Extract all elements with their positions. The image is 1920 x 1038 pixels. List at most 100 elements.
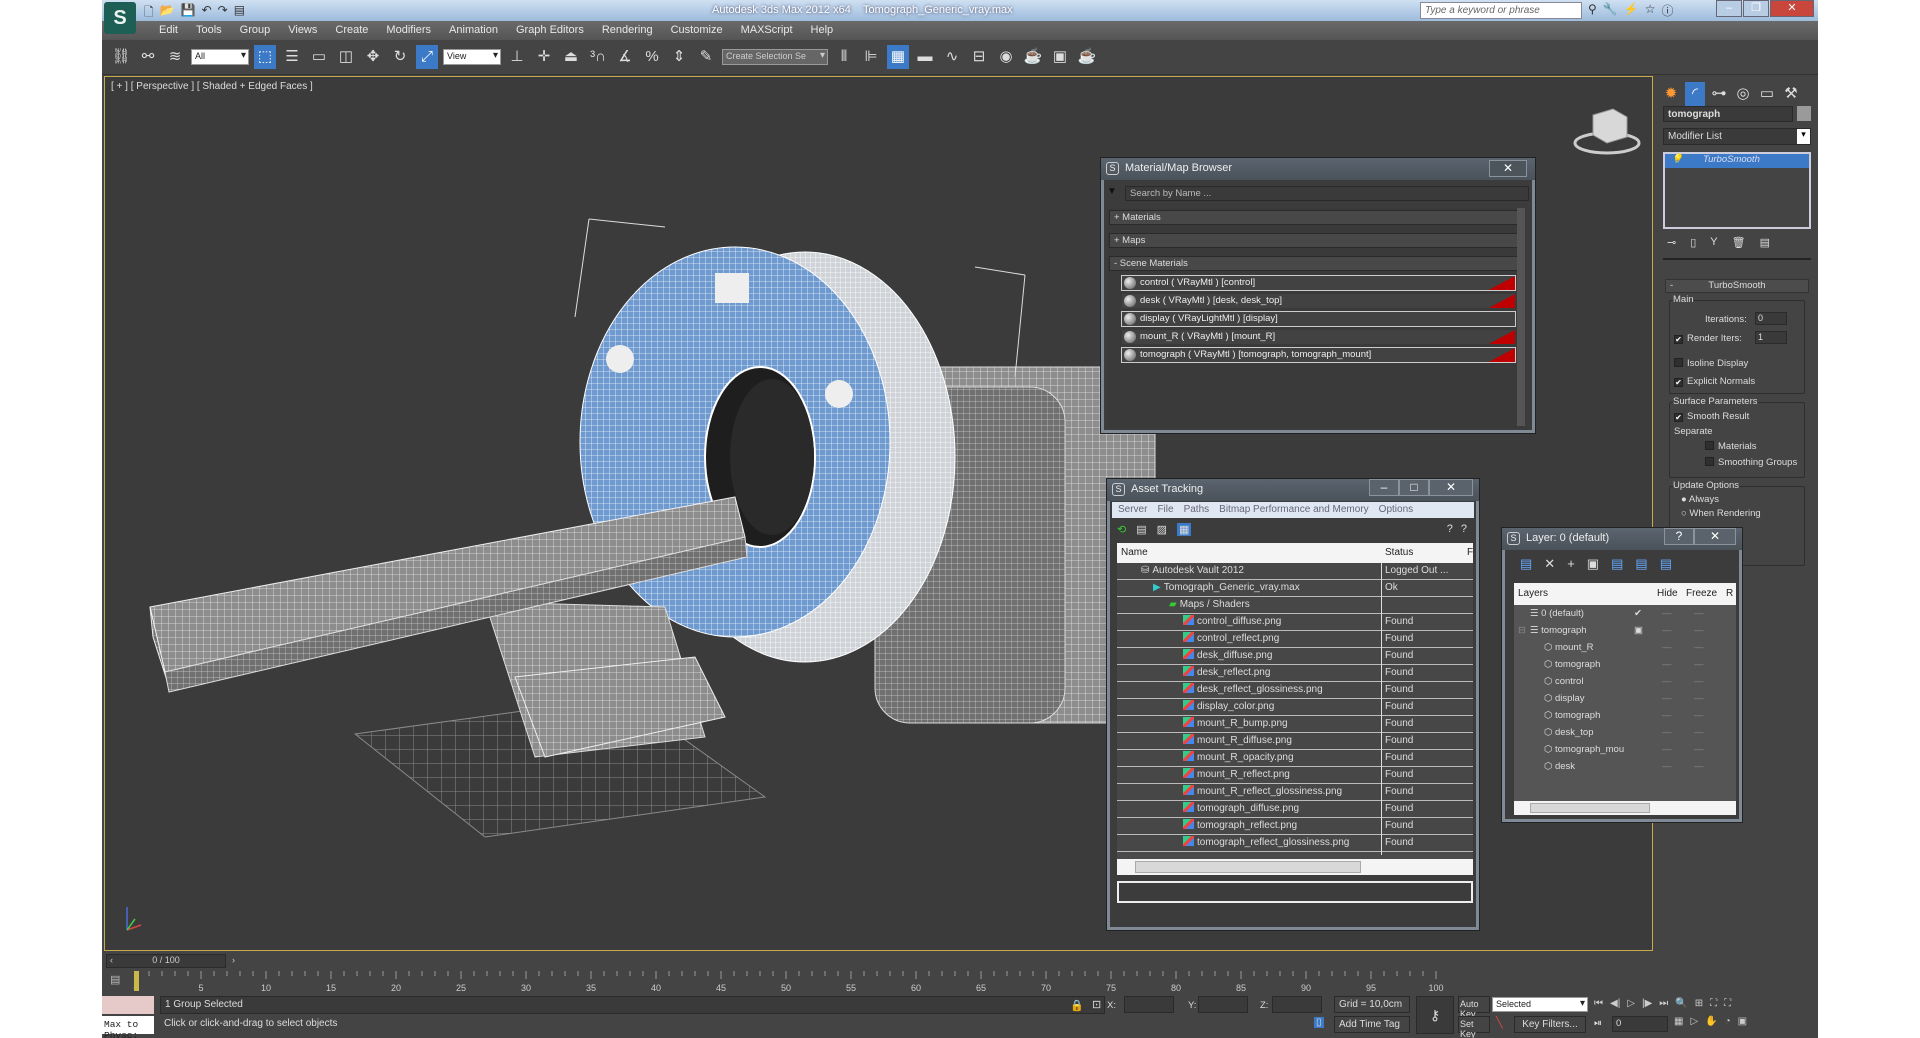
minimize-button[interactable]: – <box>1369 479 1399 496</box>
column-f[interactable]: F <box>1467 547 1473 558</box>
chevron-down-icon[interactable]: ▾ <box>1797 129 1810 144</box>
menu-tools[interactable]: Tools <box>187 21 231 40</box>
close-button[interactable]: ✕ <box>1770 0 1814 17</box>
asset-table-row[interactable]: tomograph_reflect.png Found <box>1117 818 1473 835</box>
time-tag-icon[interactable]: ▯ <box>1314 1017 1324 1028</box>
key-filters-button[interactable]: Key Filters... <box>1514 1016 1586 1033</box>
graphite-ribbon-icon[interactable]: ▬ <box>914 45 936 69</box>
modifier-stack-item[interactable]: 💡 TurboSmooth <box>1665 154 1809 168</box>
asset-tracking-titlebar[interactable]: S Asset Tracking – □ ✕ <box>1107 479 1479 501</box>
layer-object-item[interactable]: ⬡ display — — <box>1514 690 1736 707</box>
y-coordinate-field[interactable] <box>1198 996 1248 1013</box>
asset-table-row[interactable]: ⛁ Autodesk Vault 2012 Logged Out ... <box>1117 563 1473 580</box>
render-iters-checkbox[interactable]: ✔ Render Iters: <box>1674 333 1742 344</box>
table-view-icon[interactable]: ▦ <box>1177 523 1192 536</box>
select-objects-in-layer-icon[interactable]: ▣ <box>1587 556 1599 572</box>
asset-table-row[interactable]: desk_reflect_glossiness.png Found <box>1117 682 1473 699</box>
utilities-tab-icon[interactable]: ⚒ <box>1781 82 1801 106</box>
keyboard-shortcut-icon[interactable]: ⏏ <box>560 45 582 69</box>
current-frame-field[interactable]: 0 <box>1612 1016 1668 1032</box>
mirror-icon[interactable]: ⫴ <box>833 45 855 69</box>
pivot-center-icon[interactable]: ⊥ <box>506 45 528 69</box>
named-selection-set-dropdown[interactable]: Create Selection Se <box>722 49 828 65</box>
maxscript-mini-listener[interactable]: Max to Physc: <box>102 1016 154 1038</box>
material-browser-close-button[interactable]: ✕ <box>1489 160 1527 177</box>
collapse-icon[interactable]: ⊟ <box>1518 622 1526 639</box>
help-icon[interactable]: ⓘ <box>1661 2 1673 19</box>
minimize-button[interactable]: – <box>1716 0 1742 17</box>
maxscript-listener-pink[interactable] <box>102 996 154 1014</box>
modifier-list-dropdown[interactable]: Modifier List <box>1663 128 1811 145</box>
next-frame-icon[interactable]: |▶ <box>1642 998 1652 1009</box>
column-status[interactable]: Status <box>1385 547 1413 558</box>
default-in-out-tangent-icon[interactable]: ╲ <box>1496 1016 1503 1029</box>
search-by-name-input[interactable]: Search by Name ... <box>1125 186 1529 201</box>
orbit-icon[interactable]: ◔ <box>1725 1016 1731 1027</box>
zoom-icon[interactable]: 🔍 <box>1675 998 1687 1009</box>
freeze-toggle[interactable]: — <box>1694 724 1704 741</box>
menu-rendering[interactable]: Rendering <box>593 21 662 40</box>
hide-toggle[interactable]: — <box>1662 724 1672 741</box>
horizontal-scrollbar[interactable] <box>1514 801 1736 815</box>
menu-bitmap-performance[interactable]: Bitmap Performance and Memory <box>1219 504 1369 516</box>
asset-table-row[interactable]: ▰ Maps / Shaders <box>1117 597 1473 614</box>
layer-object-item[interactable]: ⬡ mount_R — — <box>1514 639 1736 656</box>
scale-icon[interactable]: ⤢ <box>416 45 438 69</box>
hide-toggle[interactable]: — <box>1662 622 1672 639</box>
menu-maxscript[interactable]: MAXScript <box>732 21 802 40</box>
list-view-icon[interactable]: ▤ <box>1136 523 1146 536</box>
layer-help-button[interactable]: ? <box>1664 528 1694 545</box>
make-unique-icon[interactable]: Y <box>1710 236 1717 249</box>
hierarchy-tab-icon[interactable]: ⊶ <box>1709 82 1729 106</box>
angle-snap-icon[interactable]: ∡ <box>614 45 636 69</box>
field-of-view-icon[interactable]: ▷ <box>1690 1016 1698 1027</box>
lightbulb-icon[interactable]: 💡 <box>1671 154 1683 165</box>
show-end-result-icon[interactable]: ▯ <box>1690 236 1696 249</box>
layer-object-item[interactable]: ⬡ tomograph — — <box>1514 707 1736 724</box>
asset-table-row[interactable]: control_diffuse.png Found <box>1117 614 1473 631</box>
scene-material-item[interactable]: mount_R ( VRayMtl ) [mount_R] <box>1121 329 1516 345</box>
asset-table-row[interactable]: mount_R_diffuse.png Found <box>1117 733 1473 750</box>
make-current-icon[interactable]: ▣ <box>1634 622 1643 639</box>
object-name-field[interactable]: tomograph <box>1663 106 1793 122</box>
hide-toggle[interactable]: — <box>1662 741 1672 758</box>
percent-snap-icon[interactable]: % <box>641 45 663 69</box>
asset-table-row[interactable]: mount_R_reflect_glossiness.png Found <box>1117 784 1473 801</box>
layer-object-item[interactable]: ⬡ desk — — <box>1514 758 1736 775</box>
create-tab-icon[interactable]: ✹ <box>1661 82 1681 106</box>
go-to-end-icon[interactable]: ⏭ <box>1659 998 1668 1009</box>
horizontal-scrollbar[interactable] <box>1117 859 1473 875</box>
layer-item[interactable]: ⊟ ☰ tomograph ▣ — — <box>1514 622 1736 639</box>
schematic-view-icon[interactable]: ⊟ <box>968 45 990 69</box>
z-coordinate-field[interactable] <box>1272 996 1322 1013</box>
menu-views[interactable]: Views <box>279 21 326 40</box>
column-hide[interactable]: Hide <box>1657 588 1678 599</box>
select-manipulate-icon[interactable]: ✛ <box>533 45 555 69</box>
asset-table-row[interactable]: control_reflect.png Found <box>1117 631 1473 648</box>
menu-customize[interactable]: Customize <box>662 21 732 40</box>
absolute-mode-icon[interactable]: ⊡ <box>1092 998 1101 1011</box>
asset-table-row[interactable]: mount_R_bump.png Found <box>1117 716 1473 733</box>
zoom-all-icon[interactable]: ⊞ <box>1695 998 1703 1009</box>
freeze-toggle[interactable]: — <box>1694 690 1704 707</box>
vault-help-icon[interactable]: ? <box>1447 523 1453 535</box>
separate-materials-checkbox[interactable]: Materials <box>1705 441 1757 452</box>
motion-tab-icon[interactable]: ◎ <box>1733 82 1753 106</box>
scene-material-item[interactable]: desk ( VRayMtl ) [desk, desk_top] <box>1121 293 1516 309</box>
auto-key-button[interactable]: Auto Key <box>1458 996 1490 1019</box>
layer-object-item[interactable]: ⬡ control — — <box>1514 673 1736 690</box>
go-to-start-icon[interactable]: ⏮ <box>1594 998 1603 1009</box>
hide-all-layers-icon[interactable]: ▤ <box>1635 556 1647 572</box>
window-crossing-icon[interactable]: ◫ <box>335 45 357 69</box>
rotate-icon[interactable]: ↻ <box>389 45 411 69</box>
separate-smoothing-groups-checkbox[interactable]: Smoothing Groups <box>1705 457 1797 468</box>
menu-help[interactable]: Help <box>802 21 843 40</box>
scrollbar[interactable] <box>1517 208 1525 426</box>
asset-table-row[interactable]: tomograph_diffuse.png Found <box>1117 801 1473 818</box>
maps-group-header[interactable]: + Maps <box>1109 233 1519 248</box>
time-slider[interactable]: ‹ 0 / 100 › <box>106 954 235 968</box>
asset-table-row[interactable]: tomograph_reflect_glossiness.png Found <box>1117 835 1473 852</box>
layer-object-item[interactable]: ⬡ tomograph_mou — — <box>1514 741 1736 758</box>
maximize-button[interactable]: □ <box>1399 479 1429 496</box>
render-iters-spinner[interactable]: 1 <box>1755 331 1787 344</box>
